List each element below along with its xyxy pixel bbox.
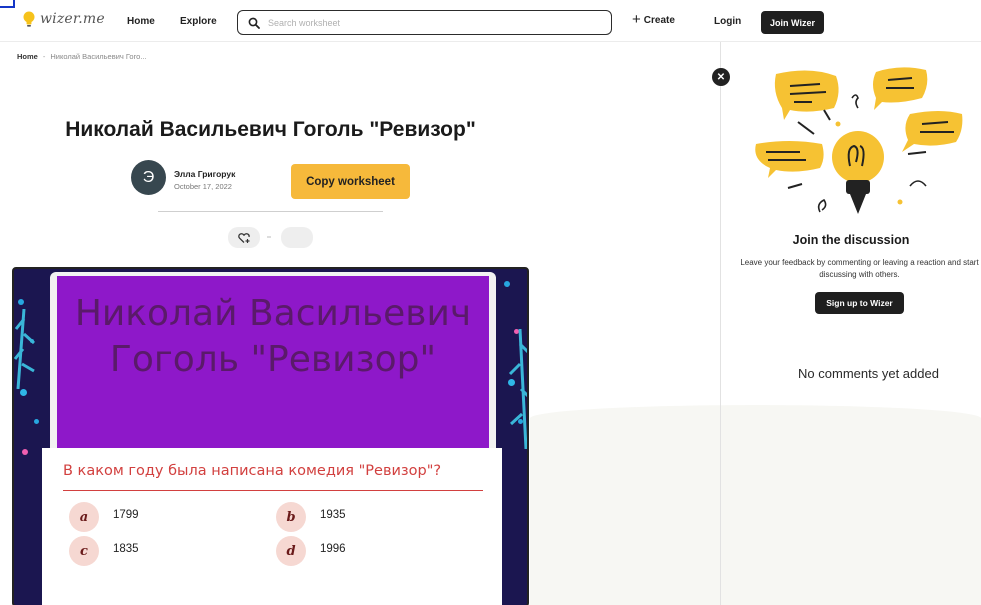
discussion-heading: Join the discussion — [792, 233, 910, 247]
question-underline — [63, 490, 483, 491]
author-name[interactable]: Элла Григорук — [174, 169, 235, 179]
sheet-title: Николай Васильевич Гоголь "Ревизор" — [74, 293, 472, 380]
discussion-description: Leave your feedback by commenting or lea… — [740, 258, 979, 279]
option-a-text[interactable]: 1799 — [113, 509, 139, 521]
lightbulb-logo-icon — [23, 11, 35, 27]
create-label: Create — [643, 14, 675, 26]
breadcrumb-current: Николай Васильевич Гого... — [50, 52, 147, 61]
option-b-text[interactable]: 1935 — [320, 509, 346, 521]
decor-dot — [20, 389, 27, 396]
lightbulb-discussion-illustration — [755, 67, 963, 214]
panel-divider — [720, 42, 721, 605]
search-box[interactable] — [237, 10, 612, 35]
pine-branch-icon — [14, 309, 36, 389]
logo[interactable]: wizer.me — [22, 11, 105, 27]
option-b-badge[interactable]: b — [276, 502, 306, 532]
nav-home-link[interactable]: Home — [127, 16, 155, 27]
decor-dot — [18, 299, 24, 305]
option-c-badge[interactable]: c — [69, 536, 99, 566]
option-d-badge[interactable]: d — [276, 536, 306, 566]
reaction-button[interactable] — [228, 227, 260, 248]
page: wizer.me Home Explore + Create Login Joi… — [0, 0, 981, 605]
author-avatar[interactable]: Э — [131, 160, 166, 195]
corner-marker — [0, 0, 15, 8]
option-a-badge[interactable]: a — [69, 502, 99, 532]
plus-icon: + — [632, 11, 641, 28]
search-icon — [248, 17, 260, 29]
search-input[interactable] — [268, 17, 588, 28]
reaction-separator — [267, 236, 271, 238]
login-link[interactable]: Login — [714, 16, 741, 27]
publish-date: October 17, 2022 — [174, 182, 232, 191]
copy-worksheet-button[interactable]: Copy worksheet — [291, 164, 410, 199]
create-button[interactable]: + Create — [632, 11, 675, 28]
panel-background-wave — [530, 405, 981, 605]
option-c-text[interactable]: 1835 — [113, 543, 139, 555]
close-icon[interactable]: ✕ — [712, 68, 730, 86]
nav-explore-link[interactable]: Explore — [180, 16, 217, 27]
decor-dot — [504, 281, 510, 287]
worksheet-preview[interactable]: Николай Васильевич Гоголь "Ревизор" В ка… — [12, 267, 529, 605]
breadcrumb-separator: - — [42, 52, 46, 61]
breadcrumb: Home - Николай Васильевич Гого... — [17, 52, 147, 61]
decor-dot — [34, 419, 39, 424]
option-d-text[interactable]: 1996 — [320, 543, 346, 555]
breadcrumb-home[interactable]: Home — [17, 52, 38, 61]
no-comments-text: No comments yet added — [798, 366, 939, 381]
comment-count-button[interactable] — [281, 227, 313, 248]
page-title: Николай Васильевич Гоголь "Ревизор" — [65, 118, 476, 141]
sign-up-button[interactable]: Sign up to Wizer — [815, 292, 904, 314]
top-navbar: wizer.me Home Explore + Create Login Joi… — [0, 0, 981, 42]
divider — [158, 211, 383, 212]
pine-branch-icon — [508, 329, 527, 449]
heart-plus-icon — [237, 232, 250, 243]
decor-dot — [22, 449, 28, 455]
question-text: В каком году была написана комедия "Реви… — [63, 463, 442, 479]
logo-text: wizer.me — [40, 11, 105, 27]
join-wizer-button[interactable]: Join Wizer — [761, 11, 824, 34]
